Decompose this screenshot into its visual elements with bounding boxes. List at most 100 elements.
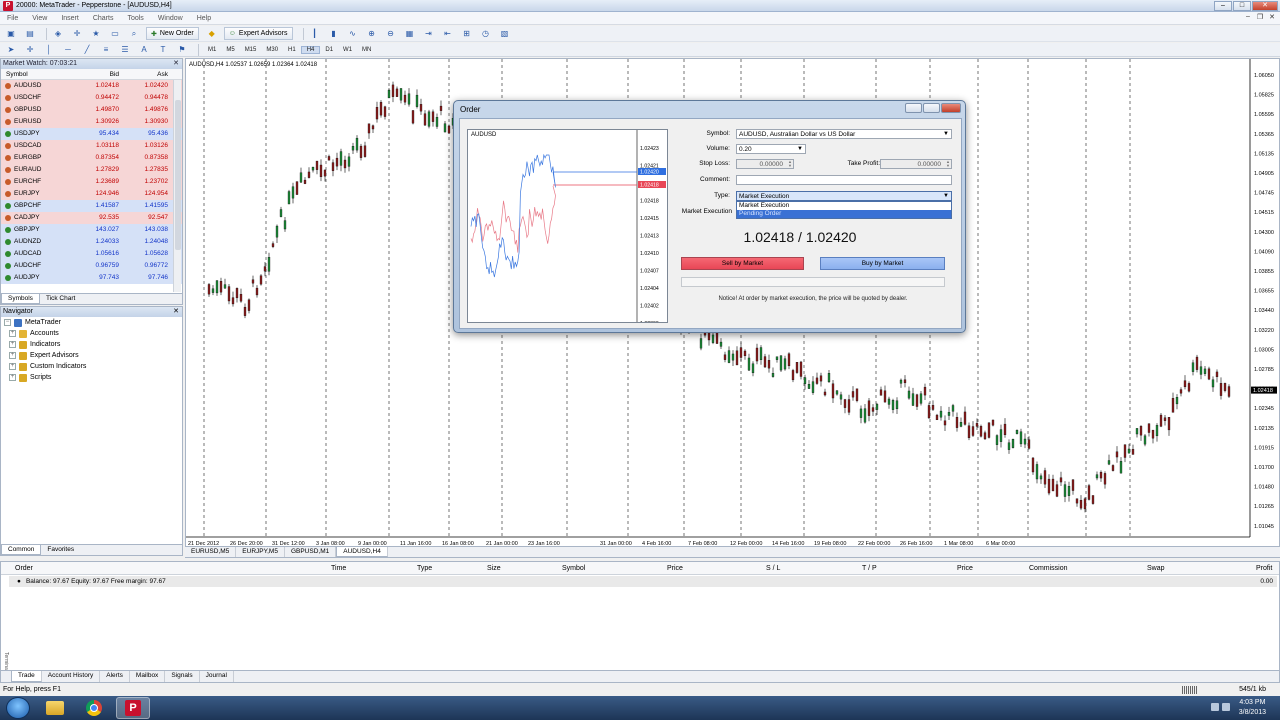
expand-icon[interactable]: + <box>9 330 16 337</box>
volume-icon[interactable] <box>1222 703 1230 711</box>
market-watch-row[interactable]: AUDUSD 1.02418 1.02420 <box>1 80 182 92</box>
mdi-restore-button[interactable]: ❐ <box>1254 13 1266 23</box>
tab-mailbox[interactable]: Mailbox <box>130 671 166 682</box>
fibonacci-icon[interactable]: ☰ <box>118 44 132 56</box>
navigator-item-accounts[interactable]: + Accounts <box>1 328 182 339</box>
close-button[interactable]: ✕ <box>1252 1 1278 11</box>
close-icon[interactable]: ✕ <box>173 59 179 69</box>
periods-icon[interactable]: ◷ <box>479 28 493 40</box>
data-window-icon[interactable]: ✛ <box>70 28 84 40</box>
line-chart-icon[interactable]: ∿ <box>346 28 360 40</box>
tab-tick-chart[interactable]: Tick Chart <box>40 294 81 304</box>
tile-windows-icon[interactable]: ▦ <box>403 28 417 40</box>
type-option-market-execution[interactable]: Market Execution <box>737 202 951 210</box>
sell-by-market-button[interactable]: Sell by Market <box>681 257 804 270</box>
trendline-icon[interactable]: ╱ <box>80 44 94 56</box>
timeframe-m5[interactable]: M5 <box>221 47 239 53</box>
tab-common[interactable]: Common <box>1 545 42 555</box>
dialog-minimize-button[interactable] <box>905 103 922 113</box>
chart-tab-eurusd[interactable]: EURUSD,M5 <box>185 547 237 557</box>
dialog-close-button[interactable] <box>941 103 961 113</box>
horizontal-line-icon[interactable]: ─ <box>61 44 75 56</box>
menu-charts[interactable]: Charts <box>86 15 121 22</box>
cursor-icon[interactable]: ➤ <box>4 44 18 56</box>
market-watch-row[interactable]: AUDCAD 1.05616 1.05628 <box>1 248 182 260</box>
expand-icon[interactable]: + <box>9 341 16 348</box>
timeframe-m1[interactable]: M1 <box>203 47 221 53</box>
market-watch-row[interactable]: GBPJPY 143.027 143.038 <box>1 224 182 236</box>
bar-chart-icon[interactable]: ┃ <box>308 28 322 40</box>
market-watch-row[interactable]: EURCHF 1.23689 1.23702 <box>1 176 182 188</box>
market-watch-row[interactable]: GBPUSD 1.49870 1.49876 <box>1 104 182 116</box>
market-watch-row[interactable]: USDJPY 95.434 95.436 <box>1 128 182 140</box>
menu-tools[interactable]: Tools <box>120 15 150 22</box>
stop-loss-input[interactable]: 0.00000 ▲ ▼ <box>736 159 794 169</box>
market-watch-icon[interactable]: ◈ <box>51 28 65 40</box>
menu-view[interactable]: View <box>25 15 54 22</box>
mdi-close-button[interactable]: ✕ <box>1266 13 1278 23</box>
market-watch-row[interactable]: GBPCHF 1.41587 1.41595 <box>1 200 182 212</box>
market-watch-row[interactable]: EURJPY 124.946 124.954 <box>1 188 182 200</box>
indicators-icon[interactable]: ⊞ <box>460 28 474 40</box>
taskbar-explorer-icon[interactable] <box>38 697 72 719</box>
channel-icon[interactable]: ≡ <box>99 44 113 56</box>
market-watch-row[interactable]: USDCAD 1.03118 1.03126 <box>1 140 182 152</box>
navigator-item-expert-advisors[interactable]: + Expert Advisors <box>1 350 182 361</box>
crosshair-icon[interactable]: ✛ <box>23 44 37 56</box>
mdi-minimize-button[interactable]: – <box>1242 13 1254 23</box>
market-watch-scrollbar[interactable] <box>173 80 181 292</box>
tab-symbols[interactable]: Symbols <box>1 294 40 304</box>
navigator-item-custom-indicators[interactable]: + Custom Indicators <box>1 361 182 372</box>
timeframe-w1[interactable]: W1 <box>338 47 357 53</box>
templates-icon[interactable]: ▧ <box>498 28 512 40</box>
taskbar-metatrader-icon[interactable]: P <box>116 697 150 719</box>
start-button-icon[interactable] <box>6 697 30 719</box>
navigator-item-scripts[interactable]: + Scripts <box>1 372 182 383</box>
market-watch-row[interactable]: EURUSD 1.30926 1.30930 <box>1 116 182 128</box>
market-watch-row[interactable]: EURAUD 1.27829 1.27835 <box>1 164 182 176</box>
chart-shift-icon[interactable]: ⇤ <box>441 28 455 40</box>
navigator-icon[interactable]: ★ <box>89 28 103 40</box>
zoom-in-icon[interactable]: ⊕ <box>365 28 379 40</box>
text-label-icon[interactable]: T <box>156 44 170 56</box>
spinner-icon[interactable]: ▲ ▼ <box>946 160 950 168</box>
chart-tab-audusd[interactable]: AUDUSD,H4 <box>336 547 388 557</box>
market-watch-row[interactable]: USDCHF 0.94472 0.94478 <box>1 92 182 104</box>
tab-journal[interactable]: Journal <box>200 671 234 682</box>
profiles-icon[interactable]: ▤ <box>23 28 37 40</box>
expert-advisors-button[interactable]: ☺ Expert Advisors <box>223 27 293 40</box>
balance-row[interactable]: ● Balance: 97.67 Equity: 97.67 Free marg… <box>9 576 1277 587</box>
timeframe-mn[interactable]: MN <box>357 47 376 53</box>
comment-input[interactable] <box>736 175 952 185</box>
timeframe-m30[interactable]: M30 <box>261 47 283 53</box>
buy-by-market-button[interactable]: Buy by Market <box>820 257 945 270</box>
close-icon[interactable]: ✕ <box>173 307 179 317</box>
arrows-icon[interactable]: ⚑ <box>175 44 189 56</box>
autoscroll-icon[interactable]: ⇥ <box>422 28 436 40</box>
expand-icon[interactable]: + <box>9 374 16 381</box>
metaeditor-icon[interactable]: ◆ <box>205 28 219 40</box>
taskbar-chrome-icon[interactable] <box>77 697 111 719</box>
market-watch-row[interactable]: AUDJPY 97.743 97.746 <box>1 272 182 284</box>
tab-signals[interactable]: Signals <box>165 671 200 682</box>
timeframe-m15[interactable]: M15 <box>240 47 262 53</box>
type-select[interactable]: Market Execution ▼ <box>736 191 952 201</box>
timeframe-h1[interactable]: H1 <box>283 47 301 53</box>
clock[interactable]: 4:03 PM 3/8/2013 <box>1239 698 1266 718</box>
market-watch-row[interactable]: AUDCHF 0.96759 0.96772 <box>1 260 182 272</box>
new-order-button[interactable]: ✚ New Order <box>146 27 199 40</box>
tab-account-history[interactable]: Account History <box>42 671 101 682</box>
terminal-icon[interactable]: ▭ <box>108 28 122 40</box>
strategy-tester-icon[interactable]: ⌕ <box>127 28 141 40</box>
order-dialog-title[interactable]: Order <box>454 101 965 118</box>
maximize-button[interactable]: □ <box>1233 1 1251 11</box>
symbol-select[interactable]: AUDUSD, Australian Dollar vs US Dollar ▼ <box>736 129 952 139</box>
zoom-out-icon[interactable]: ⊖ <box>384 28 398 40</box>
tab-alerts[interactable]: Alerts <box>100 671 130 682</box>
menu-help[interactable]: Help <box>190 15 218 22</box>
spinner-icon[interactable]: ▲ ▼ <box>788 160 792 168</box>
menu-file[interactable]: File <box>0 15 25 22</box>
menu-insert[interactable]: Insert <box>54 15 86 22</box>
minimize-button[interactable]: – <box>1214 1 1232 11</box>
tab-favorites[interactable]: Favorites <box>41 545 80 555</box>
